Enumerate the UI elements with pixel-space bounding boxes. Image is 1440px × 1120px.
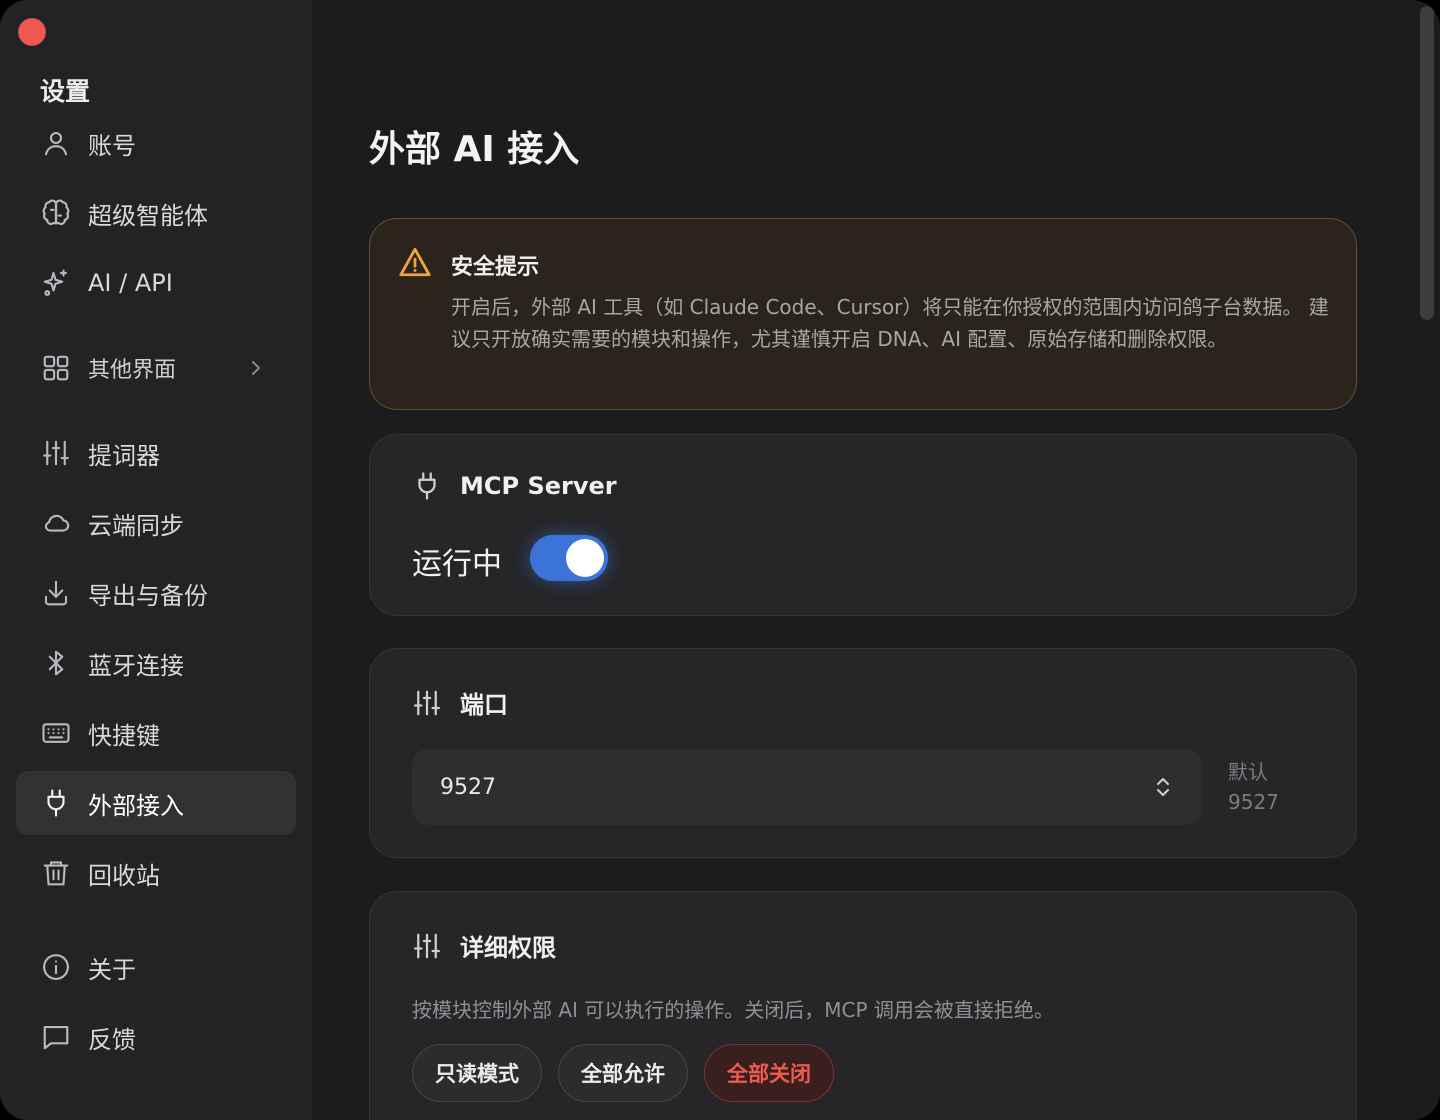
sidebar-title: 设置 — [40, 77, 91, 106]
port-title: 端口 — [460, 691, 508, 719]
main-content: 外部 AI 接入 安全提示 开启后，外部 AI 工具（如 Claude Code… — [312, 0, 1440, 1120]
sidebar-item-label: 关于 — [88, 955, 136, 984]
user-icon — [40, 127, 72, 159]
port-stepper-icon[interactable] — [1152, 773, 1174, 801]
sidebar-item-external-access[interactable]: 外部接入 — [16, 771, 296, 835]
readonly-mode-button[interactable]: 只读模式 — [412, 1044, 542, 1102]
sidebar-item-shortcuts[interactable]: 快捷键 — [16, 701, 296, 765]
sidebar-item-label: 超级智能体 — [88, 201, 208, 230]
mcp-server-toggle[interactable] — [530, 535, 608, 581]
sidebar-item-bluetooth[interactable]: 蓝牙连接 — [16, 631, 296, 695]
port-default: 默认 9527 — [1228, 757, 1279, 817]
sidebar-item-label: 回收站 — [88, 861, 160, 890]
warning-body: 开启后，外部 AI 工具（如 Claude Code、Cursor）将只能在你授… — [451, 295, 1329, 351]
port-default-value: 9527 — [1228, 790, 1279, 814]
allow-all-button[interactable]: 全部允许 — [558, 1044, 688, 1102]
bluetooth-icon — [40, 647, 72, 679]
toggle-knob — [566, 539, 604, 577]
brain-icon — [40, 197, 72, 229]
sidebar-item-trash[interactable]: 回收站 — [16, 841, 296, 905]
keyboard-icon — [40, 717, 72, 749]
page-title: 外部 AI 接入 — [369, 129, 580, 170]
sidebar-item-ai-api[interactable]: AI / API — [16, 251, 296, 315]
warning-title: 安全提示 — [451, 255, 540, 280]
sidebar-item-label: 提词器 — [88, 441, 160, 470]
sidebar-item-label: 云端同步 — [88, 511, 184, 540]
permissions-buttons: 只读模式 全部允许 全部关闭 — [412, 1044, 834, 1102]
permissions-description: 按模块控制外部 AI 可以执行的操作。关闭后，MCP 调用会被直接拒绝。 — [412, 998, 1054, 1022]
port-input[interactable]: 9527 — [412, 749, 1202, 825]
port-default-label: 默认 — [1228, 760, 1268, 784]
chevron-right-icon — [244, 356, 268, 380]
sidebar-item-about[interactable]: 关于 — [16, 935, 296, 999]
permissions-title: 详细权限 — [460, 934, 556, 962]
plug-icon — [40, 787, 72, 819]
permissions-header: 详细权限 — [412, 928, 556, 963]
download-icon — [40, 577, 72, 609]
port-card: 端口 9527 默认 9527 — [369, 648, 1357, 858]
sliders-icon — [412, 688, 442, 718]
sidebar-item-cloud-sync[interactable]: 云端同步 — [16, 491, 296, 555]
sidebar-item-label: 其他界面 — [88, 358, 177, 383]
scrollbar[interactable] — [1420, 6, 1434, 320]
port-value: 9527 — [440, 774, 496, 800]
mcp-status-label: 运行中 — [412, 547, 502, 582]
mcp-server-title: MCP Server — [460, 472, 617, 500]
sidebar-item-export-backup[interactable]: 导出与备份 — [16, 561, 296, 625]
sliders-icon — [40, 437, 72, 469]
sidebar-item-label: 快捷键 — [88, 721, 160, 750]
trash-icon — [40, 857, 72, 889]
sidebar-item-label: 反馈 — [88, 1025, 136, 1054]
sparkles-icon — [40, 267, 72, 299]
close-window-button[interactable] — [18, 18, 46, 46]
sidebar-item-teleprompter[interactable]: 提词器 — [16, 421, 296, 485]
sidebar-item-label: 蓝牙连接 — [88, 651, 184, 680]
sidebar-item-label: 导出与备份 — [88, 581, 208, 610]
sidebar-item-label: 外部接入 — [88, 791, 184, 820]
sidebar-item-other-ui[interactable]: 其他界面 — [16, 336, 296, 400]
sidebar-item-label: 账号 — [88, 131, 136, 160]
sidebar-item-account[interactable]: 账号 — [16, 111, 296, 175]
message-icon — [40, 1021, 72, 1053]
security-warning-card: 安全提示 开启后，外部 AI 工具（如 Claude Code、Cursor）将… — [369, 218, 1357, 410]
plug-icon — [412, 471, 442, 501]
sidebar-item-label: AI / API — [88, 269, 173, 297]
close-all-button[interactable]: 全部关闭 — [704, 1044, 834, 1102]
settings-window: 设置 账号 超级智能体 AI / API 其他界面 提词器 云端同步 导出与备份… — [0, 0, 1440, 1120]
sidebar-item-super-agent[interactable]: 超级智能体 — [16, 181, 296, 245]
info-icon — [40, 951, 72, 983]
port-header: 端口 — [412, 685, 508, 720]
sliders-icon — [412, 931, 442, 961]
permissions-card: 详细权限 按模块控制外部 AI 可以执行的操作。关闭后，MCP 调用会被直接拒绝… — [369, 891, 1357, 1120]
sidebar: 设置 账号 超级智能体 AI / API 其他界面 提词器 云端同步 导出与备份… — [0, 0, 312, 1120]
warning-icon — [398, 245, 432, 279]
mcp-server-card: MCP Server 运行中 — [369, 434, 1357, 616]
grid-icon — [40, 352, 72, 384]
mcp-server-header: MCP Server — [412, 471, 617, 501]
sidebar-item-feedback[interactable]: 反馈 — [16, 1005, 296, 1069]
cloud-icon — [40, 507, 72, 539]
